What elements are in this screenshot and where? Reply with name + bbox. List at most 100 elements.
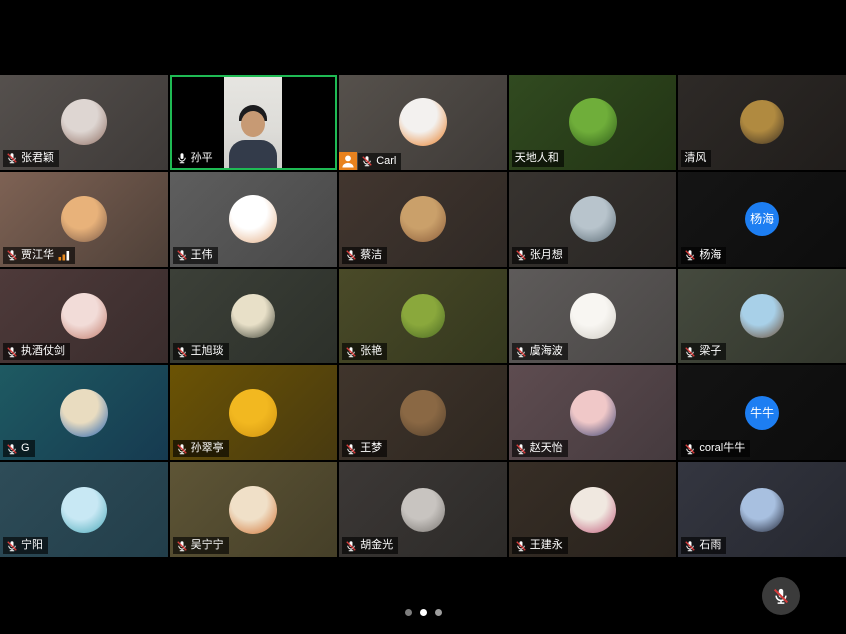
participant-name: 石雨 [699,538,721,553]
video-tile[interactable]: 孙平 [170,75,338,170]
participant-name: 清风 [684,151,706,166]
avatar [570,390,616,436]
video-tile[interactable]: 张月想 [509,172,677,267]
participant-label-row: 虞海波 [509,343,568,363]
participant-name: 王建永 [530,538,563,553]
participant-name: G [21,441,30,456]
video-tile[interactable]: 梁子 [678,269,846,364]
video-tile[interactable]: 执酒仗剑 [0,269,168,364]
video-tile[interactable]: 张君颖 [0,75,168,170]
video-tile[interactable]: 贾江华 [0,172,168,267]
video-tile[interactable]: 王旭琰 [170,269,338,364]
name-label: 天地人和 [512,150,564,167]
mic-button[interactable] [762,577,800,615]
mic-muted-icon [176,540,188,552]
avatar [61,99,107,145]
name-label: 孙平 [173,150,218,167]
host-badge-icon [339,152,357,170]
video-tile[interactable]: 虞海波 [509,269,677,364]
mic-muted-icon [176,443,188,455]
participant-label-row: 执酒仗剑 [0,343,70,363]
name-label: 吴宁宁 [173,537,229,554]
video-tile[interactable]: 清风 [678,75,846,170]
avatar [569,98,617,146]
video-tile[interactable]: 王建永 [509,462,677,557]
name-label: 张艳 [342,343,387,360]
name-label: 王梦 [342,440,387,457]
network-signal-icon [58,250,70,261]
participant-name: 张君颖 [21,151,54,166]
video-tile[interactable]: 牛牛 coral牛牛 [678,365,846,460]
video-tile[interactable]: 赵天怡 [509,365,677,460]
video-tile[interactable]: 蔡洁 [339,172,507,267]
mic-muted-icon [6,443,18,455]
avatar [61,293,107,339]
page-dot[interactable] [405,609,412,616]
name-label: 虞海波 [512,343,568,360]
mic-muted-icon [345,346,357,358]
name-label: 清风 [681,150,711,167]
avatar [570,487,616,533]
name-label: 赵天怡 [512,440,568,457]
participant-name: coral牛牛 [699,441,745,456]
participant-label-row: 孙平 [170,150,218,170]
avatar: 杨海 [745,202,779,236]
mic-muted-icon [684,346,696,358]
name-label: 执酒仗剑 [3,343,70,360]
participant-name: 胡金光 [360,538,393,553]
video-tile[interactable]: 石雨 [678,462,846,557]
participant-label-row: 宁阳 [0,537,48,557]
avatar-initials: 杨海 [750,213,774,225]
participant-label-row: 梁子 [678,343,726,363]
participant-name: 蔡洁 [360,248,382,263]
mic-muted-icon [6,152,18,164]
mic-muted-icon [515,540,527,552]
participant-name: 梁子 [699,344,721,359]
mic-muted-icon [361,155,373,167]
video-tile[interactable]: Carl [339,75,507,170]
participant-name: 张月想 [530,248,563,263]
participant-name: 王旭琰 [191,344,224,359]
name-label: 贾江华 [3,247,75,264]
participant-label-row: 王梦 [339,440,387,460]
participant-label-row: 王建永 [509,537,568,557]
video-tile[interactable]: 王伟 [170,172,338,267]
avatar [229,389,277,437]
mic-muted-icon [684,540,696,552]
mic-muted-icon [515,443,527,455]
participant-name: 贾江华 [21,248,54,263]
video-tile[interactable]: 杨海 杨海 [678,172,846,267]
video-tile[interactable]: 吴宁宁 [170,462,338,557]
video-tile[interactable]: 张艳 [339,269,507,364]
video-tile[interactable]: 孙翠亭 [170,365,338,460]
participant-label-row: 蔡洁 [339,247,387,267]
video-tile[interactable]: 天地人和 [509,75,677,170]
pagination[interactable] [0,609,846,616]
mic-muted-icon [515,249,527,261]
page-dot-active[interactable] [420,609,427,616]
participant-label-row: 清风 [678,150,711,170]
avatar [740,488,784,532]
name-label: 胡金光 [342,537,398,554]
video-tile[interactable]: 胡金光 [339,462,507,557]
participant-name: 吴宁宁 [191,538,224,553]
name-label: Carl [358,153,401,170]
participant-label-row: 吴宁宁 [170,537,229,557]
video-tile[interactable]: G [0,365,168,460]
participant-label-row: 张艳 [339,343,387,363]
page-dot[interactable] [435,609,442,616]
participant-label-row: Carl [339,152,401,170]
video-tile[interactable]: 宁阳 [0,462,168,557]
mic-muted-icon [684,249,696,261]
video-tile[interactable]: 王梦 [339,365,507,460]
participant-label-row: 王旭琰 [170,343,229,363]
name-label: 石雨 [681,537,726,554]
avatar [231,294,275,338]
participant-name: 天地人和 [515,151,559,166]
video-feed [224,77,282,168]
avatar-initials: 牛牛 [750,407,774,419]
participant-label-row: 孙翠亭 [170,440,229,460]
avatar [229,195,277,243]
participant-label-row: 胡金光 [339,537,398,557]
mic-muted-icon [176,249,188,261]
